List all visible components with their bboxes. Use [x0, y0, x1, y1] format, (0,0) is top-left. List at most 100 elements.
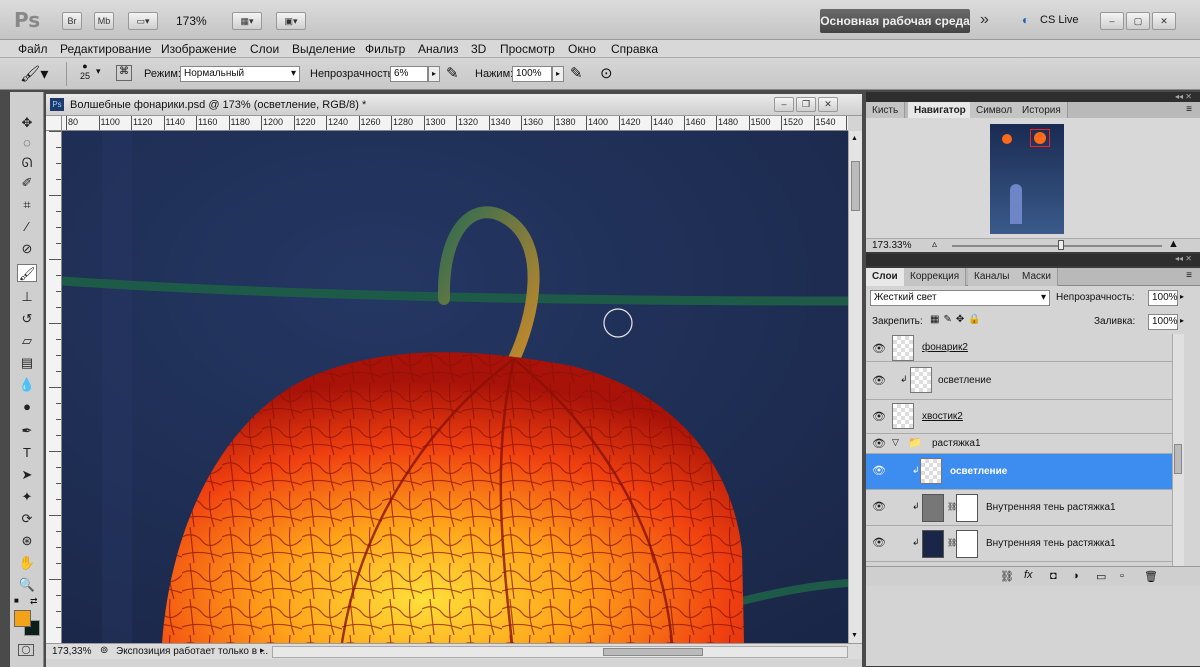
minimize-button[interactable]: – [1100, 12, 1124, 30]
flow-slider-toggle[interactable]: ▸ [552, 66, 564, 82]
opacity-slider-toggle[interactable]: ▸ [428, 66, 440, 82]
chevron-down-icon[interactable]: ▾ [96, 66, 101, 77]
doc-restore-button[interactable]: ❐ [796, 97, 816, 112]
more-workspaces-icon[interactable]: » [980, 11, 989, 29]
layer-row[interactable]: 👁 ↲ ⛓ Внутренняя тень растяжка1 [866, 490, 1172, 526]
status-zoom[interactable]: 173,33% [52, 646, 91, 657]
navigator-view-box[interactable] [1030, 129, 1050, 147]
eye-icon[interactable]: 👁 [872, 410, 886, 423]
eye-icon[interactable]: 👁 [872, 437, 886, 450]
navigator-zoom-slider[interactable] [952, 245, 1162, 247]
blend-mode-select[interactable]: Жесткий свет ▾ [870, 290, 1050, 306]
layer-name[interactable]: Внутренняя тень растяжка1 [986, 502, 1116, 513]
menu-analysis[interactable]: Анализ [418, 42, 459, 56]
delete-layer-icon[interactable]: 🗑 [1144, 570, 1158, 583]
eye-icon[interactable]: 👁 [872, 536, 886, 549]
menu-help[interactable]: Справка [611, 42, 658, 56]
fill-input[interactable]: 100% [1148, 314, 1178, 330]
quick-mask-icon[interactable]: ◯ [18, 644, 34, 656]
eyedropper-tool-icon[interactable]: ⁄ [17, 218, 37, 236]
airbrush-icon[interactable]: ✎ [570, 64, 583, 82]
new-group-icon[interactable]: ▭ [1096, 570, 1106, 583]
swap-colors-icon[interactable]: ⇄ [30, 596, 38, 607]
menu-image[interactable]: Изображение [161, 42, 237, 56]
cs-live-icon[interactable]: ◐ [1022, 13, 1029, 27]
hand-tool-icon[interactable]: ✋ [17, 554, 37, 572]
doc-minimize-button[interactable]: – [774, 97, 794, 112]
layers-scrollbar[interactable] [1172, 334, 1184, 584]
default-colors-icon[interactable]: ■ [14, 596, 19, 605]
layer-name[interactable]: хвостик2 [922, 411, 963, 422]
lasso-tool-icon[interactable]: ᘏ [17, 154, 37, 172]
marquee-tool-icon[interactable]: ◌ [17, 134, 37, 152]
scroll-up-icon[interactable]: ▲ [851, 135, 858, 142]
tab-layers[interactable]: Слои [866, 268, 905, 286]
vertical-scrollbar[interactable]: ▲ ▼ [848, 131, 862, 643]
layer-row[interactable]: 👁 ↲ осветление [866, 362, 1172, 400]
layer-name[interactable]: осветление [950, 466, 1007, 477]
layer-style-icon[interactable]: fx [1024, 569, 1033, 581]
path-selection-tool-icon[interactable]: ➤ [17, 466, 37, 484]
crop-tool-icon[interactable]: ⌗ [17, 196, 37, 214]
vertical-ruler[interactable] [46, 131, 62, 643]
zoom-out-icon[interactable]: ▵ [932, 239, 937, 250]
gradient-tool-icon[interactable]: ▤ [17, 354, 37, 372]
3d-orbit-tool-icon[interactable]: ⊛ [17, 532, 37, 550]
horizontal-scrollbar[interactable] [272, 646, 848, 658]
eye-icon[interactable]: 👁 [872, 464, 886, 477]
status-info-text[interactable]: Экспозиция работает только в ... [116, 646, 268, 657]
brush-tool-icon[interactable]: 🖌 [17, 264, 37, 282]
layer-row[interactable]: 👁 фонарик2 [866, 334, 1172, 362]
tablet-pressure-opacity-icon[interactable]: ✎ [446, 64, 459, 82]
clone-stamp-tool-icon[interactable]: ⊥ [17, 288, 37, 306]
menu-select[interactable]: Выделение [292, 42, 356, 56]
3d-rotate-tool-icon[interactable]: ⟳ [17, 510, 37, 528]
layers-panel-menu-icon[interactable]: ≡ [1186, 270, 1192, 281]
blur-tool-icon[interactable]: 💧 [17, 376, 37, 394]
layer-opacity-slider-toggle[interactable]: ▸ [1180, 292, 1184, 301]
menu-3d[interactable]: 3D [471, 42, 486, 56]
quick-selection-tool-icon[interactable]: ✐ [17, 174, 37, 192]
group-expand-icon[interactable]: ▽ [892, 437, 899, 448]
workspace-switcher[interactable]: Основная рабочая среда [820, 9, 970, 33]
foreground-color-swatch[interactable] [14, 610, 31, 627]
close-app-button[interactable]: ✕ [1152, 12, 1176, 30]
maximize-button[interactable]: ▢ [1126, 12, 1150, 30]
view-extras-button[interactable]: ▭▾ [128, 12, 158, 30]
opacity-input[interactable]: 6% [390, 66, 428, 82]
link-layers-icon[interactable]: ⛓ [1000, 570, 1014, 583]
brush-panel-toggle-icon[interactable]: ⌘ [116, 65, 132, 81]
layer-row-selected[interactable]: 👁 ↲ осветление [866, 454, 1172, 490]
tablet-pressure-size-icon[interactable]: ⊙ [600, 64, 613, 82]
move-tool-icon[interactable]: ✥ [17, 114, 37, 132]
status-menu-icon[interactable]: ▸ [260, 645, 265, 656]
tab-adjustments[interactable]: Коррекция [904, 268, 967, 286]
vertical-scroll-thumb[interactable] [851, 161, 860, 211]
healing-brush-tool-icon[interactable]: ⊘ [17, 240, 37, 258]
layer-group-row[interactable]: 👁 ▽ 📁 растяжка1 [866, 434, 1172, 454]
zoom-tool-icon[interactable]: 🔍 [17, 576, 37, 594]
horizontal-ruler[interactable]: 80 1100 1120 1140 1160 1180 1200 1220 1240 1260 12… [62, 116, 848, 131]
document-tab[interactable]: Ps Волшебные фонарики.psd @ 173% (осветл… [46, 94, 862, 116]
layer-group-name[interactable]: растяжка1 [932, 438, 981, 449]
layer-mask-thumbnail[interactable] [956, 494, 978, 522]
zoom-level-display[interactable]: 173% [176, 14, 207, 28]
screen-mode-button[interactable]: ▣▾ [276, 12, 306, 30]
layer-name[interactable]: фонарик2 [922, 342, 968, 353]
mini-bridge-button[interactable]: Mb [94, 12, 114, 30]
menu-window[interactable]: Окно [568, 42, 596, 56]
adjustment-layer-icon[interactable]: ◑ [1072, 570, 1079, 582]
add-mask-icon[interactable]: ◘ [1050, 570, 1057, 582]
tab-channels[interactable]: Каналы [968, 268, 1017, 286]
layer-name[interactable]: осветление [938, 375, 991, 386]
doc-close-button[interactable]: ✕ [818, 97, 838, 112]
brush-preset-picker[interactable]: ● 25 [78, 61, 92, 81]
menu-layers[interactable]: Слои [250, 42, 279, 56]
panel-menu-icon[interactable]: ≡ [1186, 104, 1192, 115]
eye-icon[interactable]: 👁 [872, 500, 886, 513]
arrange-documents-button[interactable]: ▦▾ [232, 12, 262, 30]
brush-tool-preset-icon[interactable]: 🖌▾ [20, 64, 48, 84]
fill-slider-toggle[interactable]: ▸ [1180, 316, 1184, 325]
layer-row[interactable]: 👁 ↲ ⛓ Внутренняя тень растяжка1 [866, 526, 1172, 562]
mode-select[interactable]: Нормальный ▾ [180, 66, 300, 82]
